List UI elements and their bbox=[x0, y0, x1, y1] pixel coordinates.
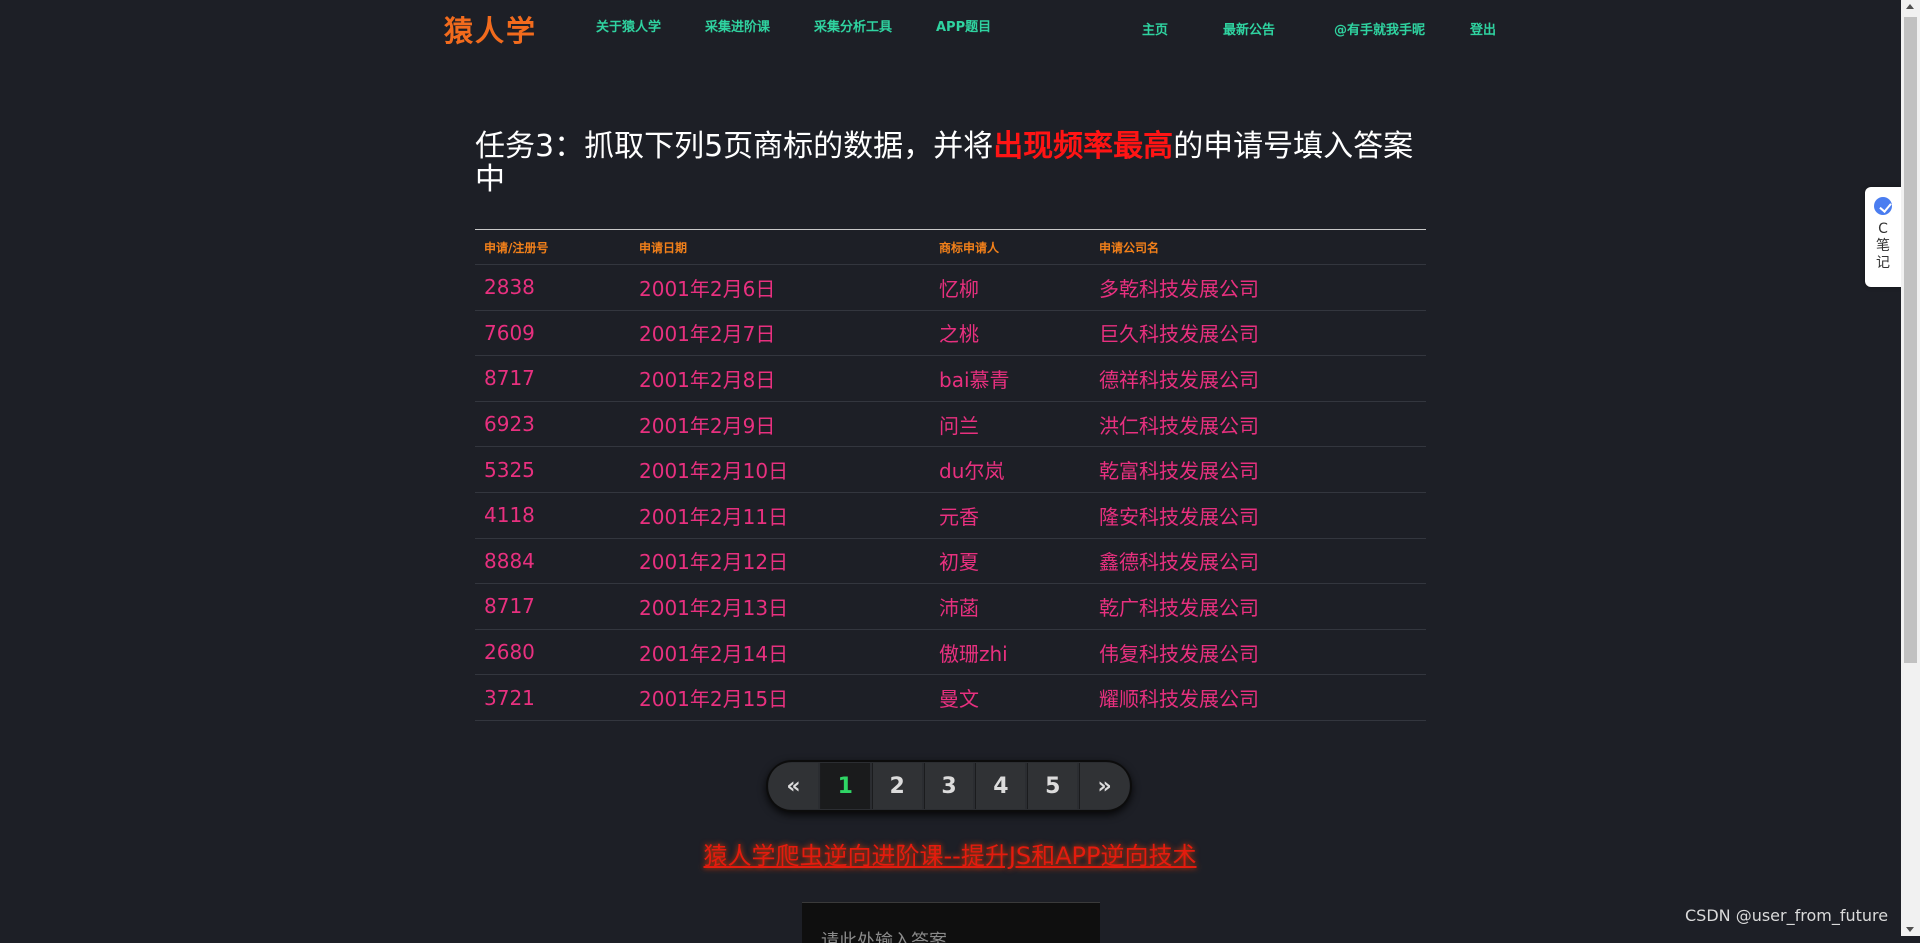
nav-app-problems[interactable]: APP题目 bbox=[936, 16, 991, 35]
table-header-row: 申请/注册号 申请日期 商标申请人 申请公司名 bbox=[475, 229, 1426, 265]
nav-logout[interactable]: 登出 bbox=[1470, 19, 1496, 38]
cell-application-date: 2001年2月10日 bbox=[630, 446, 930, 493]
cell-applicant: 之桃 bbox=[930, 310, 1090, 357]
scroll-down-arrow-icon[interactable] bbox=[1906, 927, 1914, 932]
side-note-label-bi: 笔 bbox=[1876, 238, 1890, 254]
cell-company-name: 耀顺科技发展公司 bbox=[1090, 674, 1426, 721]
cell-company-name: 隆安科技发展公司 bbox=[1090, 492, 1426, 539]
cell-applicant: 傲珊zhi bbox=[930, 629, 1090, 676]
nav-advanced-course[interactable]: 采集进阶课 bbox=[705, 16, 770, 35]
table-row: 8717 2001年2月13日 沛菡 乾广科技发展公司 bbox=[475, 583, 1426, 630]
trademark-table-container: 申请/注册号 申请日期 商标申请人 申请公司名 2838 2001年2月6日 忆柳多… bbox=[475, 229, 1426, 721]
cell-application-date: 2001年2月14日 bbox=[630, 629, 930, 676]
nav-home[interactable]: 主页 bbox=[1142, 19, 1168, 38]
side-note-label: C 笔 记 bbox=[1865, 221, 1901, 272]
table-row: 6923 2001年2月9日 问兰 洪仁科技发展公司 bbox=[475, 401, 1426, 448]
cell-company-name: 洪仁科技发展公司 bbox=[1090, 401, 1426, 448]
pagination-page-3[interactable]: 3 bbox=[923, 763, 974, 809]
cell-registration-number: 7609 bbox=[475, 310, 630, 357]
task-title-highlight: 出现频率最高 bbox=[993, 129, 1174, 164]
cell-registration-number: 4118 bbox=[475, 492, 630, 539]
cell-company-name: 巨久科技发展公司 bbox=[1090, 310, 1426, 357]
cell-application-date: 2001年2月13日 bbox=[630, 583, 930, 630]
cell-applicant: 元香 bbox=[930, 492, 1090, 539]
cell-registration-number: 5325 bbox=[475, 446, 630, 493]
header-company-name: 申请公司名 bbox=[1090, 229, 1426, 265]
cell-company-name: 乾广科技发展公司 bbox=[1090, 583, 1426, 630]
cell-applicant: 初夏 bbox=[930, 538, 1090, 585]
cell-application-date: 2001年2月9日 bbox=[630, 401, 930, 448]
pagination-prev-button[interactable]: « bbox=[769, 763, 818, 809]
cell-applicant: bai慕青 bbox=[930, 355, 1090, 402]
cell-application-date: 2001年2月8日 bbox=[630, 355, 930, 402]
answer-input[interactable]: 请此处输入答案 bbox=[802, 902, 1100, 943]
cell-company-name: 乾富科技发展公司 bbox=[1090, 446, 1426, 493]
nav-announcements[interactable]: 最新公告 bbox=[1223, 19, 1275, 38]
pagination: « 1 2 3 4 5 » bbox=[766, 760, 1132, 812]
cell-registration-number: 8884 bbox=[475, 538, 630, 585]
cell-registration-number: 2838 bbox=[475, 264, 630, 311]
pagination-next-button[interactable]: » bbox=[1079, 763, 1130, 809]
cell-registration-number: 3721 bbox=[475, 674, 630, 721]
table-row: 5325 2001年2月10日 du尔岚 乾富科技发展公司 bbox=[475, 446, 1426, 493]
cell-applicant: 沛菡 bbox=[930, 583, 1090, 630]
cell-application-date: 2001年2月12日 bbox=[630, 538, 930, 585]
course-promo-link[interactable]: 猿人学爬虫逆向进阶课--提升JS和APP逆向技术 bbox=[0, 836, 1900, 871]
table-row: 3721 2001年2月15日 曼文 耀顺科技发展公司 bbox=[475, 674, 1426, 721]
site-logo[interactable]: 猿人学 bbox=[444, 8, 537, 50]
cell-applicant: 问兰 bbox=[930, 401, 1090, 448]
cell-company-name: 德祥科技发展公司 bbox=[1090, 355, 1426, 402]
nav-analysis-tools[interactable]: 采集分析工具 bbox=[814, 16, 892, 35]
pagination-page-2[interactable]: 2 bbox=[871, 763, 922, 809]
table-row: 2838 2001年2月6日 忆柳 多乾科技发展公司 bbox=[475, 264, 1426, 311]
nav-user-profile[interactable]: @有手就我手昵 bbox=[1334, 19, 1425, 38]
page-scrollbar[interactable] bbox=[1901, 0, 1920, 936]
nav-about[interactable]: 关于猿人学 bbox=[596, 16, 661, 35]
cell-registration-number: 6923 bbox=[475, 401, 630, 448]
table-row: 4118 2001年2月11日 元香 隆安科技发展公司 bbox=[475, 492, 1426, 539]
task-title: 任务3：抓取下列5页商标的数据，并将出现频率最高的申请号填入答案中 bbox=[475, 130, 1425, 196]
side-note-label-c: C bbox=[1878, 221, 1888, 237]
scrollbar-thumb[interactable] bbox=[1904, 17, 1917, 663]
cell-company-name: 伟复科技发展公司 bbox=[1090, 629, 1426, 676]
answer-input-placeholder: 请此处输入答案 bbox=[821, 931, 947, 943]
table-row: 7609 2001年2月7日 之桃 巨久科技发展公司 bbox=[475, 310, 1426, 357]
side-note-widget[interactable]: C 笔 记 bbox=[1865, 187, 1901, 287]
cell-applicant: 曼文 bbox=[930, 674, 1090, 721]
cell-applicant: du尔岚 bbox=[930, 446, 1090, 493]
cell-application-date: 2001年2月7日 bbox=[630, 310, 930, 357]
trademark-table: 申请/注册号 申请日期 商标申请人 申请公司名 2838 2001年2月6日 忆柳多… bbox=[475, 229, 1426, 721]
header-registration-number: 申请/注册号 bbox=[475, 229, 630, 265]
cell-applicant: 忆柳 bbox=[930, 264, 1090, 311]
cell-registration-number: 8717 bbox=[475, 355, 630, 402]
task-title-prefix: 任务3：抓取下列5页商标的数据，并将 bbox=[475, 129, 994, 164]
cell-application-date: 2001年2月6日 bbox=[630, 264, 930, 311]
cell-application-date: 2001年2月15日 bbox=[630, 674, 930, 721]
table-row: 2680 2001年2月14日 傲珊zhi 伟复科技发展公司 bbox=[475, 629, 1426, 676]
cell-registration-number: 8717 bbox=[475, 583, 630, 630]
top-navbar: 猿人学 关于猿人学 采集进阶课 采集分析工具 APP题目 主页 最新公告 @有手… bbox=[0, 0, 1900, 60]
cell-registration-number: 2680 bbox=[475, 629, 630, 676]
scroll-up-arrow-icon[interactable] bbox=[1906, 4, 1914, 9]
cell-company-name: 多乾科技发展公司 bbox=[1090, 264, 1426, 311]
pagination-page-1[interactable]: 1 bbox=[819, 763, 870, 809]
side-note-label-ji: 记 bbox=[1876, 255, 1890, 271]
table-row: 8884 2001年2月12日 初夏 鑫德科技发展公司 bbox=[475, 538, 1426, 585]
pagination-page-4[interactable]: 4 bbox=[975, 763, 1026, 809]
header-applicant: 商标申请人 bbox=[930, 229, 1090, 265]
table-row: 8717 2001年2月8日 bai慕青 德祥科技发展公司 bbox=[475, 355, 1426, 402]
pagination-page-5[interactable]: 5 bbox=[1027, 763, 1078, 809]
note-check-icon bbox=[1874, 197, 1892, 215]
cell-application-date: 2001年2月11日 bbox=[630, 492, 930, 539]
header-application-date: 申请日期 bbox=[630, 229, 930, 265]
cell-company-name: 鑫德科技发展公司 bbox=[1090, 538, 1426, 585]
csdn-watermark: CSDN @user_from_future bbox=[1685, 906, 1889, 925]
